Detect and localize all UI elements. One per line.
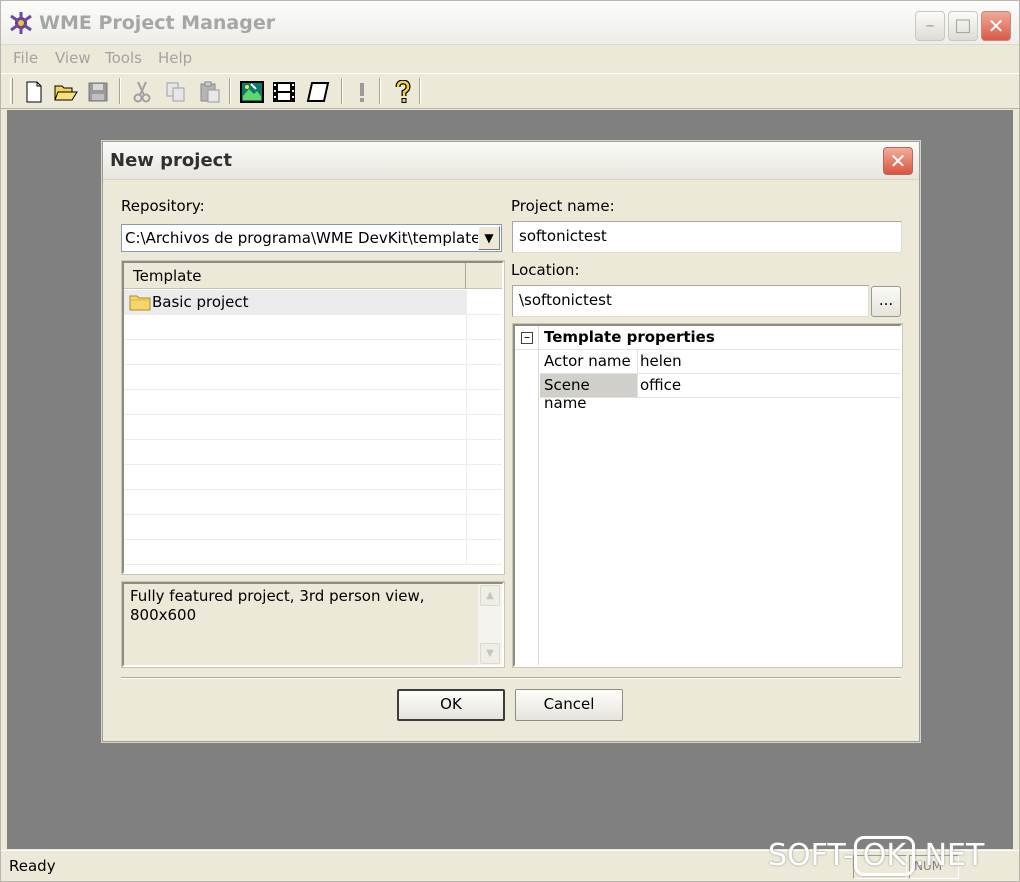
list-row-empty (124, 315, 502, 340)
cancel-button[interactable]: Cancel (515, 689, 623, 721)
dialog-close-button[interactable]: ✕ (883, 147, 913, 175)
watermark: SOFT- OK .NET (768, 836, 984, 876)
list-item-cell (124, 465, 467, 489)
maximize-button[interactable]: □ (948, 11, 978, 41)
list-row-empty (124, 365, 502, 390)
list-row-empty (124, 540, 502, 565)
list-item-cell (124, 440, 467, 464)
list-item-cell (124, 340, 467, 364)
repository-label: Repository: (121, 197, 205, 215)
new-icon[interactable] (21, 79, 47, 105)
list-item[interactable]: Basic project (124, 290, 502, 315)
property-name-cell: Scene name (540, 374, 638, 412)
scroll-down-icon[interactable]: ▼ (480, 643, 500, 664)
close-window-button[interactable]: ✕ (981, 11, 1011, 41)
menu-file[interactable]: File (13, 49, 38, 67)
menu-bar: File View Tools Help (1, 45, 1019, 73)
list-item-cell (124, 415, 467, 439)
dialog-title: New project (110, 150, 232, 171)
list-row-empty (124, 340, 502, 365)
property-name: Scene name (544, 376, 590, 412)
list-row-empty (124, 465, 502, 490)
project-name-value: softonictest (519, 227, 607, 245)
paste-icon[interactable] (197, 79, 223, 105)
list-item-cell (124, 365, 467, 389)
repository-select[interactable]: C:\Archivos de programa\WME DevKit\templ… (121, 224, 502, 252)
description-text: Fully featured project, 3rd person view,… (130, 587, 425, 624)
location-label: Location: (511, 261, 580, 279)
new-project-dialog: New project ✕ Repository: C:\Archivos de… (102, 141, 920, 742)
location-value: \softonictest (519, 291, 612, 309)
exclamation-icon[interactable] (349, 79, 375, 105)
toolbar-separator (419, 78, 421, 104)
list-row-empty (124, 490, 502, 515)
property-row-actor-name[interactable]: Actor name helen (540, 350, 900, 374)
toolbar-separator (341, 78, 343, 104)
list-item-cell (124, 515, 467, 539)
chevron-down-icon[interactable]: ▼ (478, 226, 500, 250)
film-icon[interactable] (271, 79, 297, 105)
dialog-separator (121, 677, 901, 679)
close-icon: ✕ (889, 149, 907, 173)
cut-icon[interactable] (129, 79, 155, 105)
template-list[interactable]: Template Basic project (121, 260, 505, 575)
description-scrollbar[interactable]: ▲ ▼ (478, 584, 502, 665)
status-text: Ready (9, 857, 56, 875)
save-icon[interactable] (85, 79, 111, 105)
list-row-empty (124, 390, 502, 415)
help-icon[interactable] (390, 79, 416, 105)
folder-icon (129, 295, 151, 311)
toolbar (1, 73, 1019, 109)
app-logo-icon (10, 12, 32, 34)
open-icon[interactable] (53, 79, 79, 105)
property-value[interactable]: helen (640, 352, 682, 370)
toolbar-separator (379, 78, 381, 104)
list-item-cell (124, 390, 467, 414)
property-category-label: Template properties (544, 328, 715, 346)
menu-view[interactable]: View (55, 49, 91, 67)
list-item-cell (124, 490, 467, 514)
toolbar-separator (229, 78, 231, 104)
app-title: WME Project Manager (39, 12, 276, 34)
minimize-button[interactable]: – (915, 11, 945, 41)
repository-value: C:\Archivos de programa\WME DevKit\templ… (125, 229, 486, 247)
watermark-part-1: SOFT- (768, 838, 854, 873)
list-row-empty (124, 515, 502, 540)
list-row-empty (124, 440, 502, 465)
list-row-empty (124, 415, 502, 440)
project-name-field[interactable]: softonictest (512, 221, 902, 253)
property-row-scene-name[interactable]: Scene name office (540, 374, 900, 412)
browse-button[interactable]: ... (871, 286, 901, 317)
toolbar-grip[interactable] (10, 78, 13, 104)
dialog-title-bar[interactable]: New project ✕ (103, 142, 919, 180)
project-name-label: Project name: (511, 197, 615, 215)
watermark-part-2: OK (853, 836, 916, 876)
list-item-label: Basic project (152, 293, 249, 311)
property-name: Actor name (544, 352, 631, 370)
column-header-label: Template (133, 267, 202, 285)
template-list-header: Template (124, 263, 502, 289)
menu-help[interactable]: Help (158, 49, 192, 67)
column-header-template[interactable]: Template (124, 263, 466, 289)
list-item-cell: Basic project (124, 290, 467, 314)
script-icon[interactable] (305, 79, 331, 105)
copy-icon[interactable] (163, 79, 189, 105)
property-grid-gutter (515, 326, 539, 665)
list-item-cell (124, 315, 467, 339)
title-bar[interactable]: WME Project Manager – □ ✕ (1, 1, 1019, 45)
property-name-cell: Actor name (540, 350, 638, 373)
menu-tools[interactable]: Tools (105, 49, 142, 67)
template-properties-grid[interactable]: – Template properties Actor name helen S… (512, 323, 903, 668)
toolbar-separator (119, 78, 121, 104)
location-field[interactable]: \softonictest (512, 285, 869, 317)
property-value[interactable]: office (640, 376, 681, 394)
collapse-icon[interactable]: – (521, 331, 533, 344)
watermark-part-3: .NET (915, 838, 985, 873)
scroll-up-icon[interactable]: ▲ (480, 585, 500, 606)
ok-button[interactable]: OK (397, 689, 505, 721)
template-description[interactable]: Fully featured project, 3rd person view,… (121, 581, 505, 668)
property-category[interactable]: – Template properties (515, 326, 900, 350)
list-item-cell (124, 540, 467, 564)
scene-icon[interactable] (239, 79, 265, 105)
